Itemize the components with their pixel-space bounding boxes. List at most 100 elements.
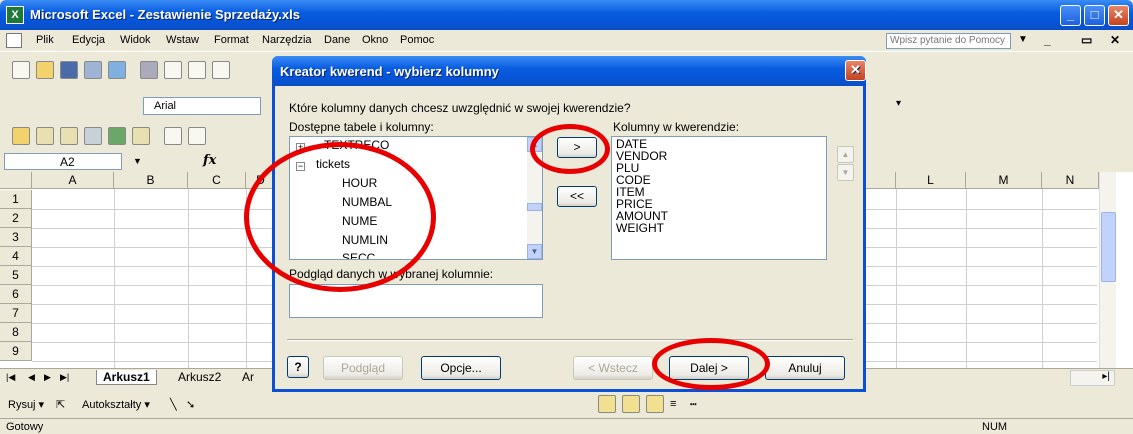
excel-app-icon[interactable]: X	[6, 6, 24, 24]
last-sheet-icon[interactable]: ▶|	[60, 372, 69, 383]
doc-restore-icon[interactable]: ▭	[1081, 33, 1092, 47]
line-icon[interactable]: ╲	[170, 398, 177, 411]
spelling-icon[interactable]	[188, 61, 206, 79]
status-num-lock: NUM	[982, 421, 1008, 433]
sheet-tab-arkusz3[interactable]: Ar	[236, 370, 260, 384]
review-icon[interactable]	[84, 127, 102, 145]
remove-all-columns-button[interactable]: <<	[557, 186, 597, 207]
row-header[interactable]: 3	[0, 228, 32, 247]
print-preview-icon[interactable]	[164, 61, 182, 79]
font-name-box[interactable]: Arial	[143, 97, 261, 115]
column-header[interactable]: N	[1042, 172, 1099, 189]
scroll-thumb[interactable]	[1101, 212, 1116, 282]
chevron-down-icon[interactable]: ▼	[133, 156, 142, 166]
chevron-down-icon[interactable]: ▼	[1018, 34, 1028, 45]
prev-sheet-icon[interactable]: ◀	[28, 372, 35, 383]
window-title-bar[interactable]: X Microsoft Excel - Zestawienie Sprzedaż…	[0, 0, 1133, 30]
research-icon[interactable]	[212, 61, 230, 79]
column-header-blank[interactable]	[866, 172, 896, 189]
workbook-icon[interactable]	[6, 33, 22, 48]
function-icon[interactable]: fx	[203, 153, 216, 168]
row-header[interactable]: 2	[0, 209, 32, 228]
font-color-icon[interactable]	[646, 395, 664, 413]
vertical-scrollbar[interactable]	[1099, 172, 1116, 368]
line-style-icon[interactable]: ≡	[670, 398, 676, 410]
first-sheet-icon[interactable]: |◀	[6, 372, 15, 383]
menu-format[interactable]: Format	[214, 34, 249, 46]
menu-edycja[interactable]: Edycja	[72, 34, 105, 46]
column-header[interactable]: B	[114, 172, 188, 189]
row-header[interactable]: 7	[0, 304, 32, 323]
sheet-tab-arkusz2[interactable]: Arkusz2	[172, 370, 227, 384]
help-icon[interactable]: ?	[287, 356, 309, 378]
row-header[interactable]: 6	[0, 285, 32, 304]
draw-menu[interactable]: Rysuj ▾	[8, 398, 44, 411]
name-box[interactable]: A2	[4, 153, 122, 170]
column-header[interactable]: C	[188, 172, 246, 189]
options-button[interactable]: Opcje...	[421, 356, 501, 380]
autoshapes-menu[interactable]: Autokształty ▾	[82, 398, 150, 411]
menu-pomoc[interactable]: Pomoc	[400, 34, 434, 46]
maximize-icon[interactable]: □	[1084, 5, 1105, 26]
dialog-close-icon[interactable]: ✕	[845, 60, 866, 81]
menu-widok[interactable]: Widok	[120, 34, 151, 46]
open-icon[interactable]	[36, 61, 54, 79]
horizontal-scrollbar[interactable]: ▸|	[1070, 370, 1115, 386]
permission-icon[interactable]	[84, 61, 102, 79]
cursor-icon[interactable]: ⇱	[56, 398, 65, 411]
cancel-button[interactable]: Anuluj	[765, 356, 845, 380]
menu-narzedzia[interactable]: Narzędzia	[262, 34, 312, 46]
sheet-tab-arkusz1[interactable]: Arkusz1	[96, 370, 157, 385]
column-header[interactable]: L	[896, 172, 966, 189]
dash-style-icon[interactable]: ┅	[690, 398, 697, 411]
scroll-thumb[interactable]	[527, 203, 542, 211]
query-columns-list[interactable]: DATE VENDOR PLU CODE ITEM PRICE AMOUNT W…	[611, 136, 827, 260]
row-header[interactable]: 4	[0, 247, 32, 266]
new-icon[interactable]	[12, 61, 30, 79]
row-header[interactable]: 5	[0, 266, 32, 285]
help-search-input[interactable]: Wpisz pytanie do Pomocy	[886, 33, 1011, 49]
chevron-down-icon[interactable]: ▾	[896, 98, 901, 109]
line-color-icon[interactable]	[622, 395, 640, 413]
email-icon[interactable]	[108, 61, 126, 79]
menu-okno[interactable]: Okno	[362, 34, 388, 46]
scroll-down-icon[interactable]: ▼	[527, 244, 542, 259]
review-icon[interactable]	[132, 127, 150, 145]
review-icon[interactable]	[60, 127, 78, 145]
dialog-title-bar[interactable]: Kreator kwerend - wybierz kolumny ✕	[272, 56, 866, 86]
review-icon[interactable]	[36, 127, 54, 145]
menu-plik[interactable]: Plik	[36, 34, 54, 46]
fill-color-icon[interactable]	[598, 395, 616, 413]
print-icon[interactable]	[140, 61, 158, 79]
save-icon[interactable]	[60, 61, 78, 79]
minimize-icon[interactable]: _	[1060, 5, 1081, 26]
menu-dane[interactable]: Dane	[324, 34, 350, 46]
status-ready: Gotowy	[6, 421, 44, 433]
doc-close-icon[interactable]: ✕	[1110, 33, 1120, 47]
column-header[interactable]: A	[32, 172, 114, 189]
close-icon[interactable]: ✕	[1108, 5, 1129, 26]
arrow-icon[interactable]: ➘	[186, 398, 195, 411]
row-header[interactable]: 1	[0, 190, 32, 209]
doc-minimize-icon[interactable]: _	[1044, 33, 1051, 47]
move-down-icon[interactable]: ▼	[837, 164, 854, 181]
dialog-title: Kreator kwerend - wybierz kolumny	[280, 64, 499, 79]
column-header[interactable]: M	[966, 172, 1042, 189]
gridline	[1042, 189, 1043, 369]
review-icon[interactable]	[108, 127, 126, 145]
row-header[interactable]: 9	[0, 342, 32, 361]
annotation-circle-columns	[244, 142, 436, 292]
preview-button[interactable]: Podgląd	[323, 356, 403, 380]
review-icon[interactable]	[12, 127, 30, 145]
drawing-toolbar: Rysuj ▾ ⇱ Autokształty ▾ ╲ ➘ ≡ ┅	[0, 390, 1133, 418]
gridline	[114, 189, 115, 369]
move-up-icon[interactable]: ▲	[837, 146, 854, 163]
row-header[interactable]: 8	[0, 323, 32, 342]
query-column-item[interactable]: WEIGHT	[616, 222, 664, 234]
next-sheet-icon[interactable]: ▶	[44, 372, 51, 383]
menu-wstaw[interactable]: Wstaw	[166, 34, 199, 46]
select-all-corner[interactable]	[0, 172, 32, 189]
review-icon[interactable]	[164, 127, 182, 145]
review-icon[interactable]	[188, 127, 206, 145]
back-button[interactable]: < Wstecz	[573, 356, 653, 380]
